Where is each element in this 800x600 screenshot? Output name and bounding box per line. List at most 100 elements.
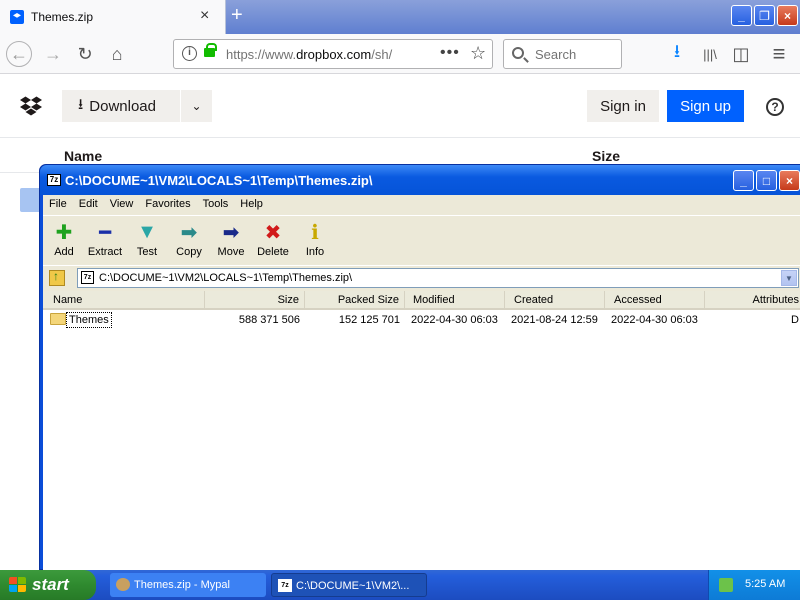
download-options-button[interactable]: ⌄ xyxy=(181,90,212,122)
column-header-modified[interactable]: Modified xyxy=(405,291,505,310)
extract-label: Extract xyxy=(87,246,123,258)
tab-close-icon[interactable]: × xyxy=(200,7,209,25)
delete-icon: ✖ xyxy=(264,221,282,244)
7zip-toolbar: ✚ Add ━ Extract ▼ Test ➡ Copy ➡ Move ✖ D… xyxy=(43,215,800,265)
reload-icon[interactable]: ↻ xyxy=(72,41,98,67)
move-button[interactable]: ➡ Move xyxy=(210,220,252,259)
url-text[interactable]: https://www.dropbox.com/sh/ xyxy=(226,47,392,62)
taskbar-item-label: C:\DOCUME~1\VM2\... xyxy=(296,580,410,592)
windows-logo-icon xyxy=(9,577,27,593)
taskbar-item-mypal[interactable]: Themes.zip - Mypal xyxy=(110,573,266,597)
arrow-left-icon[interactable]: ← xyxy=(6,41,32,67)
taskbar-item-7zip[interactable]: 7z C:\DOCUME~1\VM2\... xyxy=(271,573,427,597)
7zip-address-field[interactable]: 7z C:\DOCUME~1\VM2\LOCALS~1\Temp\Themes.… xyxy=(77,268,799,288)
folder-up-icon[interactable] xyxy=(49,269,65,286)
tab-title: Themes.zip xyxy=(31,10,94,24)
extract-button[interactable]: ━ Extract xyxy=(84,220,126,259)
column-header-accessed[interactable]: Accessed xyxy=(605,291,705,310)
library-icon[interactable]: |||\ xyxy=(697,41,723,67)
download-label: Download xyxy=(89,97,156,115)
download-button[interactable]: ⭳ Download xyxy=(62,90,180,122)
minimize-button[interactable]: _ xyxy=(731,5,752,26)
7zip-address-text: C:\DOCUME~1\VM2\LOCALS~1\Temp\Themes.zip… xyxy=(99,272,353,284)
sign-up-button[interactable]: Sign up xyxy=(667,90,744,122)
start-button[interactable]: start xyxy=(0,570,96,600)
arrow-right-icon[interactable]: → xyxy=(40,41,66,67)
url-prefix: https://www. xyxy=(226,47,297,62)
row-size: 588 371 506 xyxy=(238,314,300,326)
bookmark-star-icon[interactable]: ☆ xyxy=(470,43,486,64)
info-button[interactable]: ℹ Info xyxy=(294,220,336,259)
mypal-app-icon xyxy=(116,578,130,591)
search-bar[interactable]: Search xyxy=(503,39,622,69)
dropdown-arrow-icon[interactable]: ▼ xyxy=(781,270,797,286)
move-label: Move xyxy=(217,246,245,258)
url-bar[interactable]: i https://www.dropbox.com/sh/ ••• ☆ xyxy=(173,39,493,69)
menu-favorites[interactable]: Favorites xyxy=(139,195,196,214)
menu-help[interactable]: Help xyxy=(234,195,269,214)
extract-icon: ━ xyxy=(98,221,112,244)
copy-button[interactable]: ➡ Copy xyxy=(168,220,210,259)
browser-tab[interactable]: Themes.zip × xyxy=(0,0,226,34)
close-button[interactable]: × xyxy=(777,5,798,26)
download-arrow-icon[interactable]: ⭳ xyxy=(664,41,690,67)
7zip-app-icon: 7z xyxy=(278,579,292,592)
7zip-minimize-button[interactable]: _ xyxy=(733,170,754,191)
delete-label: Delete xyxy=(257,246,289,258)
help-icon[interactable]: ? xyxy=(766,98,784,116)
restore-button[interactable]: ❐ xyxy=(754,5,775,26)
7zip-menubar: File Edit View Favorites Tools Help xyxy=(43,195,800,214)
test-label: Test xyxy=(136,246,158,258)
page-actions-icon[interactable]: ••• xyxy=(440,44,460,62)
7zip-window-title: C:\DOCUME~1\VM2\LOCALS~1\Temp\Themes.zip… xyxy=(65,173,373,188)
start-label: start xyxy=(32,575,69,594)
7zip-body: File Edit View Favorites Tools Help ✚ Ad… xyxy=(43,195,800,570)
column-header-name[interactable]: Name xyxy=(64,148,102,164)
info-icon[interactable]: i xyxy=(182,46,197,61)
table-row[interactable]: Themes 588 371 506 152 125 701 2022-04-3… xyxy=(43,311,800,328)
7zip-window-controls: _ □ × xyxy=(733,170,800,191)
add-button[interactable]: ✚ Add xyxy=(43,220,85,259)
sign-in-button[interactable]: Sign in xyxy=(587,90,659,122)
browser-tab-bar: Themes.zip × + _ ❐ × xyxy=(0,0,800,34)
copy-icon: ➡ xyxy=(180,221,198,244)
menu-edit[interactable]: Edit xyxy=(73,195,104,214)
7zip-close-button[interactable]: × xyxy=(779,170,800,191)
row-created: 2021-08-24 12:59 xyxy=(511,314,598,326)
7zip-app-icon: 7z xyxy=(47,174,61,186)
tray-app-icon[interactable] xyxy=(719,578,733,592)
new-tab-button[interactable]: + xyxy=(231,4,243,27)
test-button[interactable]: ▼ Test xyxy=(126,220,168,259)
column-header-created[interactable]: Created xyxy=(505,291,605,310)
system-tray: 5:25 AM xyxy=(708,570,800,600)
info-label: Info xyxy=(305,246,325,258)
delete-button[interactable]: ✖ Delete xyxy=(252,220,294,259)
column-header-size[interactable]: Size xyxy=(592,148,620,164)
menu-view[interactable]: View xyxy=(104,195,140,214)
lock-icon xyxy=(204,43,217,57)
menu-file[interactable]: File xyxy=(43,195,73,214)
row-name: Themes xyxy=(66,312,112,328)
add-label: Add xyxy=(54,246,74,258)
7zip-file-list: Name Size Packed Size Modified Created A… xyxy=(43,291,800,570)
column-header-name[interactable]: Name xyxy=(43,291,205,310)
sidebar-icon[interactable]: ◫ xyxy=(728,41,754,67)
column-header-attributes[interactable]: Attributes xyxy=(705,291,800,310)
clock: 5:25 AM xyxy=(745,578,786,590)
chevron-down-icon: ⌄ xyxy=(191,99,202,113)
copy-label: Copy xyxy=(176,246,202,258)
7zip-titlebar[interactable]: 7z C:\DOCUME~1\VM2\LOCALS~1\Temp\Themes.… xyxy=(40,165,800,195)
7zip-address-bar: 7z C:\DOCUME~1\VM2\LOCALS~1\Temp\Themes.… xyxy=(43,265,800,289)
search-icon xyxy=(512,47,524,59)
dropbox-favicon-icon xyxy=(10,10,24,24)
menu-tools[interactable]: Tools xyxy=(197,195,235,214)
hamburger-menu-icon[interactable]: ≡ xyxy=(766,41,792,67)
download-icon: ⭳ xyxy=(78,95,84,113)
row-accessed: 2022-04-30 06:03 xyxy=(611,314,698,326)
column-header-packed-size[interactable]: Packed Size xyxy=(305,291,405,310)
7zip-maximize-button[interactable]: □ xyxy=(756,170,777,191)
column-header-size[interactable]: Size xyxy=(205,291,305,310)
test-icon: ▼ xyxy=(137,220,157,243)
add-icon: ✚ xyxy=(55,221,73,244)
home-icon[interactable]: ⌂ xyxy=(104,41,130,67)
